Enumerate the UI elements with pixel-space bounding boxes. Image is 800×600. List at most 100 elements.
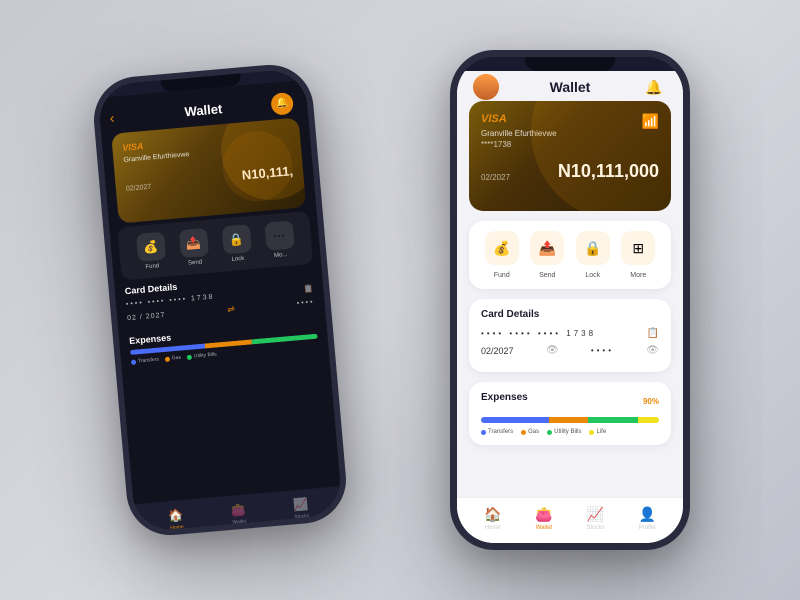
dark-send-button[interactable]: 📤 Send [178,228,209,267]
light-home-icon: 🏠 [484,506,501,523]
light-profile-label: Profile [639,525,656,531]
light-more-icon: ⊞ [621,231,655,265]
light-legend-utility: Utility Bills [547,429,581,435]
light-lock-label: Lock [585,272,600,279]
dark-lock-button[interactable]: 🔒 Lock [221,224,252,263]
light-screen: Wallet 🔔 📶 VISA Granville Efurthievwe **… [457,71,683,543]
avatar [473,74,499,100]
light-life-label: Life [596,429,606,435]
light-legend-gas: Gas [521,429,539,435]
light-card-expiry-row: 02/2027 👁 •••• 👁 [481,345,659,356]
fund-label: Fund [145,263,159,270]
phones-container: ‹ Wallet 🔔 VISA Granville Efurthievwe 02… [50,20,750,580]
dark-gas-bar [205,339,252,348]
light-cvv-eye-icon[interactable]: 👁 [646,345,659,356]
light-cvv-dots: •••• [591,346,614,355]
dark-wallet-icon: 👛 [230,503,246,518]
light-legend-life: Life [589,429,606,435]
dark-card-amount: N10,111, [241,163,293,182]
dark-stocks-label: Stocks [294,513,309,520]
light-life-dot [589,430,594,435]
light-send-button[interactable]: 📤 Send [530,231,564,279]
dark-legend-gas: Gas [165,355,182,362]
dark-fund-button[interactable]: 💰 Fund [135,232,166,271]
light-card-holder: Granville Efurthievwe [481,129,659,138]
dark-wallet-label: Wallet [232,519,246,526]
more-icon: ⋯ [264,220,294,250]
dark-expiry-value: 02 / 2027 [127,312,166,322]
light-fund-button[interactable]: 💰 Fund [485,231,519,279]
light-header: Wallet 🔔 [457,71,683,101]
send-icon: 📤 [178,228,208,258]
light-eye-icon[interactable]: 👁 [546,345,559,356]
dark-more-button[interactable]: ⋯ Mo... [264,220,295,259]
dark-card: VISA Granville Efurthievwe 02/2027 N10,1… [111,117,306,223]
light-card-details-title: Card Details [481,309,659,320]
dark-title: Wallet [184,101,223,119]
light-progress-bar [481,417,659,423]
light-actions-bar: 💰 Fund 📤 Send 🔒 Lock ⊞ More [469,221,671,289]
light-send-label: Send [539,272,555,279]
light-send-icon: 📤 [530,231,564,265]
light-stocks-label: Stocks [587,525,605,531]
light-bottom-nav: 🏠 Home 👛 Wallet 📈 Stocks 👤 Profile [457,497,683,543]
light-transfers-label: Transfers [488,429,513,435]
fund-icon: 💰 [135,232,165,262]
dark-screen: ‹ Wallet 🔔 VISA Granville Efurthievwe 02… [98,80,344,539]
light-phone: Wallet 🔔 📶 VISA Granville Efurthievwe **… [450,50,690,550]
dark-nav-home[interactable]: 🏠 Home [168,508,185,531]
light-notch [525,57,615,71]
light-expenses-title: Expenses [481,392,528,403]
send-label: Send [188,259,202,266]
light-transfers-bar [481,417,549,423]
light-content: 📶 VISA Granville Efurthievwe ****1738 02… [457,101,683,497]
dark-bottom-nav: 🏠 Home 👛 Wallet 📈 Stocks [133,486,344,539]
light-card-brand: VISA [481,113,659,125]
dark-nav-stocks[interactable]: 📈 Stocks [293,497,310,520]
back-arrow-icon[interactable]: ‹ [109,109,115,125]
utility-legend-label: Utility Bills [194,352,217,360]
light-nav-stocks[interactable]: 📈 Stocks [587,506,605,531]
light-card-details: Card Details •••• •••• •••• 1738 📋 02/20… [469,299,671,372]
dark-legend-utility: Utility Bills [187,352,217,361]
light-card: 📶 VISA Granville Efurthievwe ****1738 02… [469,101,671,211]
light-wallet-label: Wallet [536,525,552,531]
dark-bell-button[interactable]: 🔔 [270,91,294,115]
dark-nav-wallet[interactable]: 👛 Wallet [230,503,247,526]
light-wallet-icon: 👛 [535,506,552,523]
light-gas-label: Gas [528,429,539,435]
light-fund-icon: 💰 [485,231,519,265]
light-card-expiry: 02/2027 [481,173,510,182]
dark-card-swap-icon: ⇌ [227,304,235,316]
light-utility-label: Utility Bills [554,429,581,435]
dark-stocks-icon: 📈 [293,497,309,512]
light-lock-button[interactable]: 🔒 Lock [576,231,610,279]
dark-card-expiry: 02/2027 [126,184,152,193]
light-nav-profile[interactable]: 👤 Profile [639,506,656,531]
light-card-dots: •••• •••• •••• 1738 [481,329,596,338]
light-nav-wallet[interactable]: 👛 Wallet [535,506,552,531]
dark-copy-icon[interactable]: 📋 [303,284,314,294]
dark-home-label: Home [170,524,184,531]
light-transfers-dot [481,430,486,435]
light-card-digits: ****1738 [481,140,659,149]
light-nav-home[interactable]: 🏠 Home [484,506,501,531]
gas-legend-label: Gas [172,355,182,362]
wifi-icon: 📶 [642,113,659,130]
utility-dot [187,354,192,359]
light-card-amount: N10,111,000 [558,161,659,182]
transfers-legend-label: Transfers [138,357,159,365]
light-life-bar [638,417,659,423]
light-copy-icon[interactable]: 📋 [647,328,659,339]
lock-label: Lock [231,256,244,263]
bell-icon: 🔔 [645,79,662,96]
light-more-button[interactable]: ⊞ More [621,231,655,279]
light-legend: Transfers Gas Utility Bills Life [481,429,659,435]
light-lock-icon: 🔒 [576,231,610,265]
dark-phone: ‹ Wallet 🔔 VISA Granville Efurthievwe 02… [90,61,349,538]
light-fund-label: Fund [494,272,510,279]
light-more-label: More [630,272,646,279]
light-gas-bar [549,417,588,423]
dark-cvv-dots: •••• [297,299,315,308]
light-bell-button[interactable]: 🔔 [641,74,667,100]
